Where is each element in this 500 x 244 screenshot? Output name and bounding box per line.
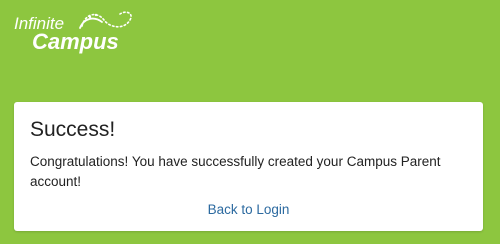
success-card: Success! Congratulations! You have succe… bbox=[14, 102, 483, 231]
infinity-swirl-icon bbox=[79, 11, 132, 29]
back-to-login-link[interactable]: Back to Login bbox=[14, 202, 483, 217]
infinite-campus-logo: Infinite Campus bbox=[14, 8, 134, 56]
card-title: Success! bbox=[30, 118, 116, 141]
success-message: Congratulations! You have successfully c… bbox=[30, 154, 441, 189]
